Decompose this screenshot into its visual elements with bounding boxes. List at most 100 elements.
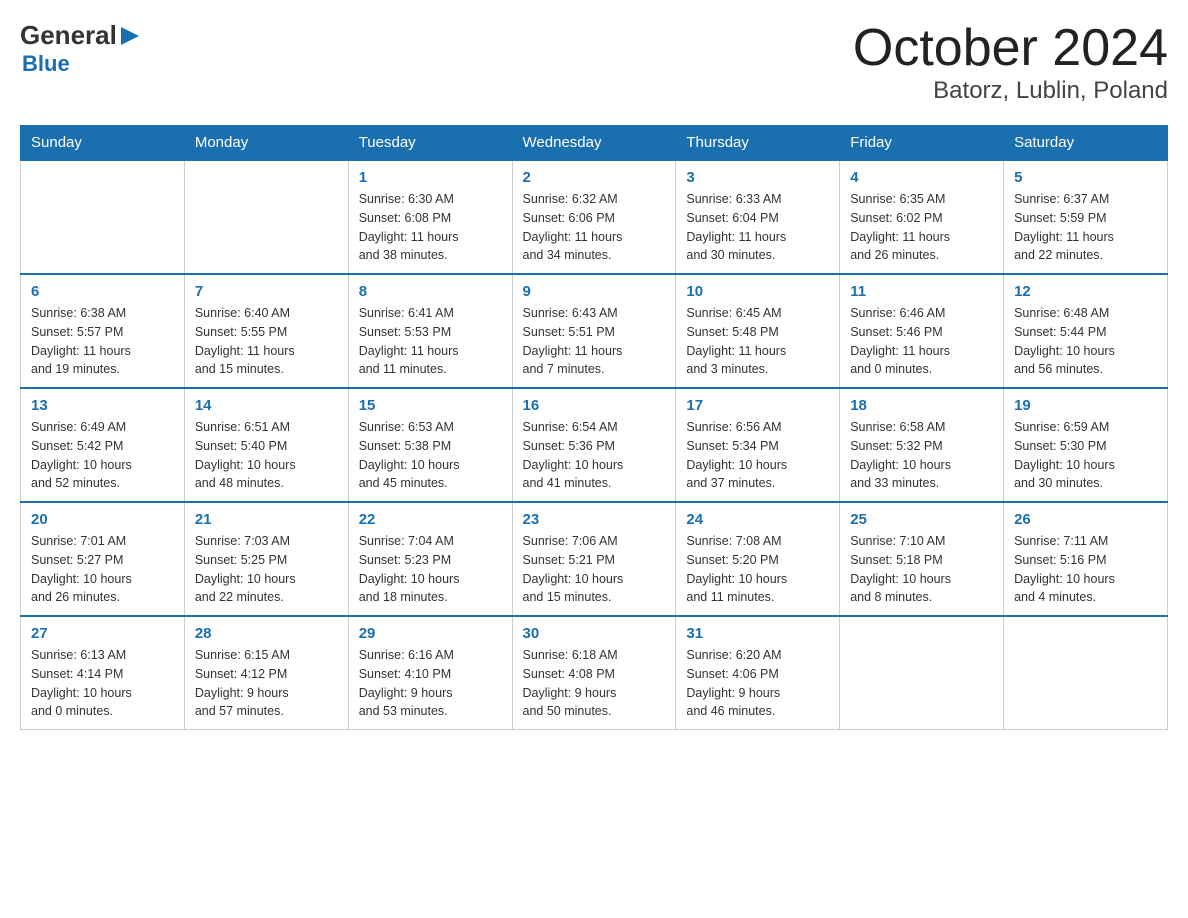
weekday-header-sunday: Sunday	[21, 126, 185, 161]
calendar-cell	[21, 160, 185, 274]
calendar-cell: 23 Sunrise: 7:06 AMSunset: 5:21 PMDayligh…	[512, 502, 676, 616]
day-info: Sunrise: 6:53 AMSunset: 5:38 PMDaylight:…	[359, 418, 502, 493]
calendar-cell: 10 Sunrise: 6:45 AMSunset: 5:48 PMDayligh…	[676, 274, 840, 388]
day-number: 4	[850, 169, 993, 186]
weekday-header-tuesday: Tuesday	[348, 126, 512, 161]
day-number: 3	[686, 169, 829, 186]
day-info: Sunrise: 6:58 AMSunset: 5:32 PMDaylight:…	[850, 418, 993, 493]
calendar-cell	[840, 616, 1004, 730]
calendar-subtitle: Batorz, Lublin, Poland	[853, 77, 1168, 105]
calendar-cell: 22 Sunrise: 7:04 AMSunset: 5:23 PMDayligh…	[348, 502, 512, 616]
day-info: Sunrise: 6:54 AMSunset: 5:36 PMDaylight:…	[523, 418, 666, 493]
day-number: 16	[523, 397, 666, 414]
day-info: Sunrise: 6:33 AMSunset: 6:04 PMDaylight:…	[686, 190, 829, 265]
day-number: 26	[1014, 511, 1157, 528]
day-number: 18	[850, 397, 993, 414]
day-info: Sunrise: 6:59 AMSunset: 5:30 PMDaylight:…	[1014, 418, 1157, 493]
day-number: 1	[359, 169, 502, 186]
calendar-cell: 31 Sunrise: 6:20 AMSunset: 4:06 PMDayligh…	[676, 616, 840, 730]
calendar-cell: 19 Sunrise: 6:59 AMSunset: 5:30 PMDayligh…	[1004, 388, 1168, 502]
weekday-header-monday: Monday	[184, 126, 348, 161]
day-info: Sunrise: 6:43 AMSunset: 5:51 PMDaylight:…	[523, 304, 666, 379]
calendar-cell: 8 Sunrise: 6:41 AMSunset: 5:53 PMDaylight…	[348, 274, 512, 388]
day-info: Sunrise: 7:06 AMSunset: 5:21 PMDaylight:…	[523, 532, 666, 607]
day-info: Sunrise: 6:16 AMSunset: 4:10 PMDaylight:…	[359, 646, 502, 721]
day-info: Sunrise: 6:15 AMSunset: 4:12 PMDaylight:…	[195, 646, 338, 721]
logo: General Blue	[20, 20, 139, 77]
calendar-cell: 5Sunrise: 6:37 AMSunset: 5:59 PMDaylight…	[1004, 160, 1168, 274]
day-info: Sunrise: 7:11 AMSunset: 5:16 PMDaylight:…	[1014, 532, 1157, 607]
calendar-cell: 21 Sunrise: 7:03 AMSunset: 5:25 PMDayligh…	[184, 502, 348, 616]
week-row-2: 6 Sunrise: 6:38 AMSunset: 5:57 PMDaylight…	[21, 274, 1168, 388]
day-info: Sunrise: 6:45 AMSunset: 5:48 PMDaylight:…	[686, 304, 829, 379]
day-number: 25	[850, 511, 993, 528]
week-row-3: 13 Sunrise: 6:49 AMSunset: 5:42 PMDayligh…	[21, 388, 1168, 502]
day-number: 7	[195, 283, 338, 300]
day-number: 21	[195, 511, 338, 528]
calendar-cell: 3 Sunrise: 6:33 AMSunset: 6:04 PMDaylight…	[676, 160, 840, 274]
day-info: Sunrise: 6:49 AMSunset: 5:42 PMDaylight:…	[31, 418, 174, 493]
calendar-header-row: SundayMondayTuesdayWednesdayThursdayFrid…	[21, 126, 1168, 161]
day-number: 11	[850, 283, 993, 300]
calendar-cell: 1 Sunrise: 6:30 AMSunset: 6:08 PMDaylight…	[348, 160, 512, 274]
calendar-cell: 28 Sunrise: 6:15 AMSunset: 4:12 PMDayligh…	[184, 616, 348, 730]
page-header: General Blue October 2024 Batorz, Lublin…	[20, 20, 1168, 105]
day-info: Sunrise: 6:51 AMSunset: 5:40 PMDaylight:…	[195, 418, 338, 493]
day-info: Sunrise: 6:13 AMSunset: 4:14 PMDaylight:…	[31, 646, 174, 721]
day-info: Sunrise: 6:32 AMSunset: 6:06 PMDaylight:…	[523, 190, 666, 265]
day-number: 2	[523, 169, 666, 186]
calendar-cell: 4Sunrise: 6:35 AMSunset: 6:02 PMDaylight…	[840, 160, 1004, 274]
day-number: 30	[523, 625, 666, 642]
day-number: 23	[523, 511, 666, 528]
day-number: 19	[1014, 397, 1157, 414]
day-info: Sunrise: 6:38 AMSunset: 5:57 PMDaylight:…	[31, 304, 174, 379]
day-info: Sunrise: 6:46 AMSunset: 5:46 PMDaylight:…	[850, 304, 993, 379]
calendar-cell: 12Sunrise: 6:48 AMSunset: 5:44 PMDayligh…	[1004, 274, 1168, 388]
day-number: 6	[31, 283, 174, 300]
day-number: 22	[359, 511, 502, 528]
weekday-header-wednesday: Wednesday	[512, 126, 676, 161]
day-number: 9	[523, 283, 666, 300]
day-info: Sunrise: 6:41 AMSunset: 5:53 PMDaylight:…	[359, 304, 502, 379]
calendar-table: SundayMondayTuesdayWednesdayThursdayFrid…	[20, 125, 1168, 730]
calendar-cell	[184, 160, 348, 274]
day-info: Sunrise: 7:03 AMSunset: 5:25 PMDaylight:…	[195, 532, 338, 607]
weekday-header-friday: Friday	[840, 126, 1004, 161]
calendar-cell: 14Sunrise: 6:51 AMSunset: 5:40 PMDayligh…	[184, 388, 348, 502]
day-number: 20	[31, 511, 174, 528]
calendar-cell	[1004, 616, 1168, 730]
day-info: Sunrise: 7:04 AMSunset: 5:23 PMDaylight:…	[359, 532, 502, 607]
calendar-cell: 27 Sunrise: 6:13 AMSunset: 4:14 PMDayligh…	[21, 616, 185, 730]
day-number: 8	[359, 283, 502, 300]
day-number: 10	[686, 283, 829, 300]
week-row-4: 20Sunrise: 7:01 AMSunset: 5:27 PMDayligh…	[21, 502, 1168, 616]
day-info: Sunrise: 6:18 AMSunset: 4:08 PMDaylight:…	[523, 646, 666, 721]
calendar-cell: 20Sunrise: 7:01 AMSunset: 5:27 PMDayligh…	[21, 502, 185, 616]
weekday-header-saturday: Saturday	[1004, 126, 1168, 161]
day-info: Sunrise: 6:20 AMSunset: 4:06 PMDaylight:…	[686, 646, 829, 721]
calendar-cell: 11 Sunrise: 6:46 AMSunset: 5:46 PMDayligh…	[840, 274, 1004, 388]
calendar-title: October 2024	[853, 20, 1168, 77]
week-row-5: 27 Sunrise: 6:13 AMSunset: 4:14 PMDayligh…	[21, 616, 1168, 730]
day-number: 27	[31, 625, 174, 642]
day-number: 17	[686, 397, 829, 414]
day-info: Sunrise: 6:30 AMSunset: 6:08 PMDaylight:…	[359, 190, 502, 265]
day-number: 24	[686, 511, 829, 528]
day-number: 28	[195, 625, 338, 642]
calendar-cell: 30 Sunrise: 6:18 AMSunset: 4:08 PMDayligh…	[512, 616, 676, 730]
calendar-cell: 26 Sunrise: 7:11 AMSunset: 5:16 PMDayligh…	[1004, 502, 1168, 616]
day-number: 31	[686, 625, 829, 642]
calendar-cell: 16 Sunrise: 6:54 AMSunset: 5:36 PMDayligh…	[512, 388, 676, 502]
day-number: 15	[359, 397, 502, 414]
day-number: 13	[31, 397, 174, 414]
day-info: Sunrise: 7:10 AMSunset: 5:18 PMDaylight:…	[850, 532, 993, 607]
calendar-cell: 18 Sunrise: 6:58 AMSunset: 5:32 PMDayligh…	[840, 388, 1004, 502]
calendar-cell: 2 Sunrise: 6:32 AMSunset: 6:06 PMDaylight…	[512, 160, 676, 274]
calendar-cell: 6 Sunrise: 6:38 AMSunset: 5:57 PMDaylight…	[21, 274, 185, 388]
day-info: Sunrise: 6:48 AMSunset: 5:44 PMDaylight:…	[1014, 304, 1157, 379]
day-info: Sunrise: 6:40 AMSunset: 5:55 PMDaylight:…	[195, 304, 338, 379]
calendar-cell: 15 Sunrise: 6:53 AMSunset: 5:38 PMDayligh…	[348, 388, 512, 502]
calendar-cell: 29Sunrise: 6:16 AMSunset: 4:10 PMDayligh…	[348, 616, 512, 730]
calendar-cell: 9 Sunrise: 6:43 AMSunset: 5:51 PMDaylight…	[512, 274, 676, 388]
logo-general-text: General	[20, 20, 117, 51]
